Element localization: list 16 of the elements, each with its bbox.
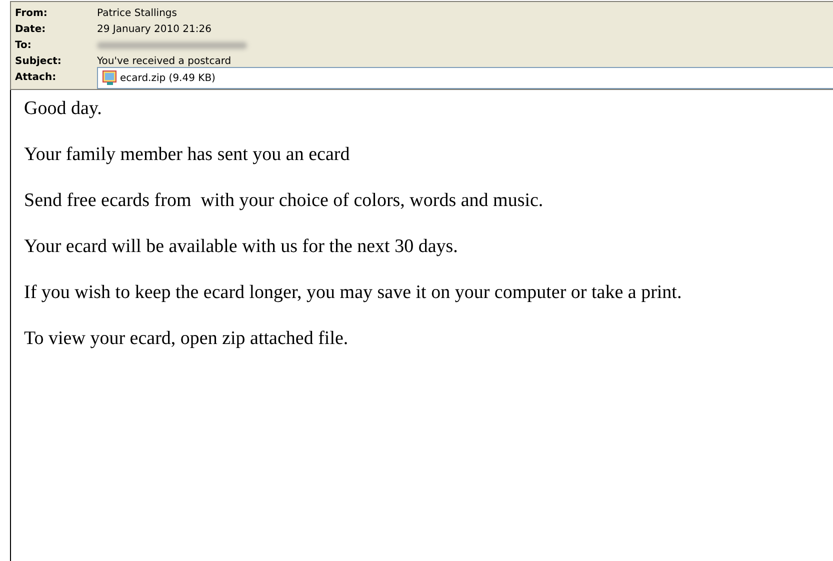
field-label: Date: xyxy=(15,24,47,34)
message-paragraph: Good day. xyxy=(24,98,103,120)
field-label: Attach: xyxy=(15,72,58,82)
message-paragraph: If you wish to keep the ecard longer, you may save it on your computer or take a print. xyxy=(24,282,683,304)
field-value: Patrice Stallings xyxy=(97,8,177,18)
message-paragraph: Your family member has sent you an ecard xyxy=(24,144,351,166)
message-paragraph: Send free ecards from with your choice of colors, words and music. xyxy=(24,190,544,212)
file-icon xyxy=(102,70,118,86)
field-label: To: xyxy=(15,40,32,50)
field-value: 29 January 2010 21:26 xyxy=(97,24,212,34)
field-label: Subject: xyxy=(15,56,62,66)
message-paragraph: To view your ecard, open zip attached file. xyxy=(24,328,350,350)
message-paragraph: Your ecard will be available with us for the next 30 days. xyxy=(24,236,459,258)
attachment-field[interactable]: ecard.zip (9.49 KB) xyxy=(97,67,833,89)
field-value: You've received a postcard xyxy=(97,56,232,66)
field-label: From: xyxy=(15,8,48,18)
